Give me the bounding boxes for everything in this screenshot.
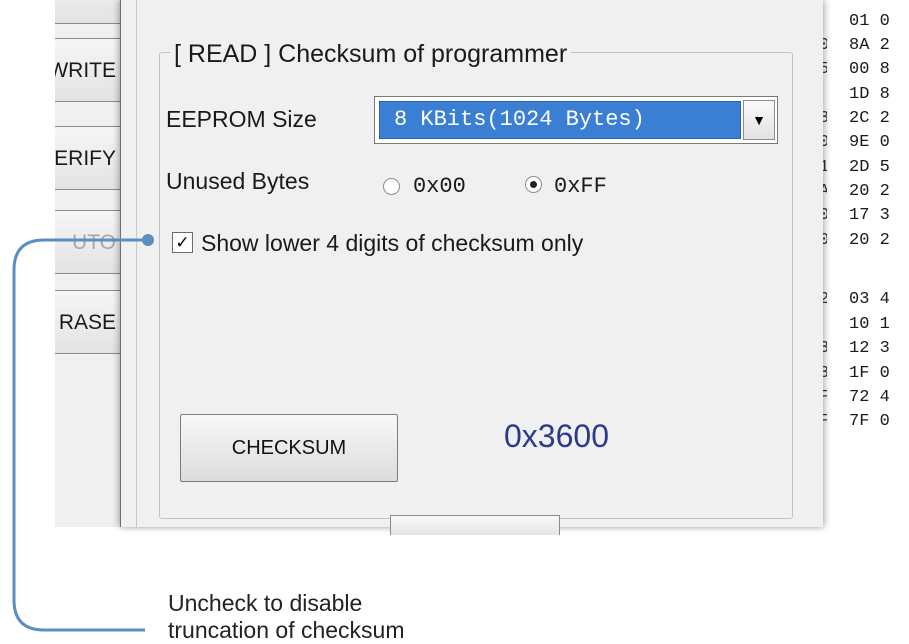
- callout-line: [12, 234, 154, 632]
- annotation-line-2: truncation of checksum: [168, 617, 405, 643]
- annotation-text: Uncheck to disable truncation of checksu…: [168, 590, 405, 644]
- annotation-line-1: Uncheck to disable: [168, 590, 363, 616]
